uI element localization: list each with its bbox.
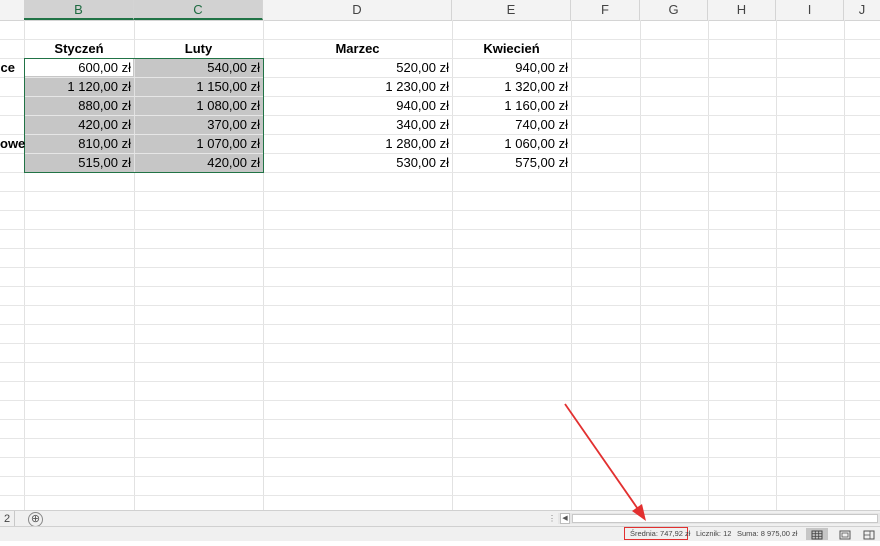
data-cell[interactable]: 1 230,00 zł [263, 77, 449, 96]
column-header-g[interactable]: G [640, 0, 708, 20]
data-cell[interactable]: 810,00 zł [24, 134, 131, 153]
data-cell[interactable]: 880,00 zł [24, 96, 131, 115]
gridline [0, 495, 880, 496]
gridline [0, 476, 880, 477]
data-cell[interactable]: 370,00 zł [134, 115, 260, 134]
data-cell[interactable]: 575,00 zł [452, 153, 568, 172]
page-layout-icon[interactable] [834, 528, 856, 540]
header-cell-styczen[interactable]: Styczeń [24, 39, 134, 58]
status-bar: Średnia: 747,92 zł Licznik: 12 Suma: 8 9… [0, 526, 880, 541]
column-header-b[interactable]: B [24, 0, 134, 20]
data-cell[interactable]: 600,00 zł [24, 58, 131, 77]
data-cell[interactable]: 1 280,00 zł [263, 134, 449, 153]
gridline [0, 457, 880, 458]
gridline [0, 438, 880, 439]
gridline [708, 20, 709, 510]
scrollbar-thumb[interactable] [572, 514, 878, 523]
data-cell[interactable]: 1 320,00 zł [452, 77, 568, 96]
gridline [0, 248, 880, 249]
data-cell[interactable]: 420,00 zł [24, 115, 131, 134]
column-header-e[interactable]: E [452, 0, 571, 20]
data-cell[interactable]: 940,00 zł [263, 96, 449, 115]
header-cell-marzec[interactable]: Marzec [263, 39, 452, 58]
data-cell[interactable]: 1 080,00 zł [134, 96, 260, 115]
data-cell[interactable]: 420,00 zł [134, 153, 260, 172]
data-cell[interactable]: 1 150,00 zł [134, 77, 260, 96]
gridline [0, 305, 880, 306]
data-cell[interactable]: 1 060,00 zł [452, 134, 568, 153]
gridline [0, 267, 880, 268]
gridline [0, 324, 880, 325]
column-header-j[interactable]: J [844, 0, 880, 20]
page-break-icon[interactable] [858, 528, 880, 540]
gridline [0, 362, 880, 363]
gridline [0, 400, 880, 401]
data-cell[interactable]: 740,00 zł [452, 115, 568, 134]
gridline [0, 229, 880, 230]
status-count[interactable]: Licznik: 12 [696, 527, 731, 541]
data-cell[interactable]: 515,00 zł [24, 153, 131, 172]
sheet-tab-bar: 2 ⊕ ⋮ ◀ [0, 510, 880, 527]
worksheet-grid[interactable]: Styczeń Luty Marzec Kwiecień ce owe 600,… [0, 20, 880, 510]
column-header-h[interactable]: H [708, 0, 776, 20]
scroll-left-icon[interactable]: ⋮ [548, 514, 556, 523]
sheet-tab[interactable]: 2 [0, 511, 15, 527]
add-sheet-icon[interactable]: ⊕ [28, 512, 43, 527]
gridline [0, 210, 880, 211]
gridline [0, 286, 880, 287]
row-label-cell[interactable]: owe [0, 134, 25, 153]
gridline [571, 20, 572, 510]
column-header-row: B C D E F G H I J [0, 0, 880, 21]
gridline [0, 191, 880, 192]
data-cell[interactable]: 1 120,00 zł [24, 77, 131, 96]
gridline [0, 343, 880, 344]
column-header-i[interactable]: I [776, 0, 844, 20]
row-label-cell[interactable]: ce [0, 58, 15, 77]
header-cell-luty[interactable]: Luty [134, 39, 263, 58]
data-cell[interactable]: 1 160,00 zł [452, 96, 568, 115]
column-header-c[interactable]: C [134, 0, 263, 20]
column-header-f[interactable]: F [571, 0, 640, 20]
data-cell[interactable]: 940,00 zł [452, 58, 568, 77]
normal-view-icon[interactable] [806, 528, 828, 540]
data-cell[interactable]: 340,00 zł [263, 115, 449, 134]
gridline [776, 20, 777, 510]
header-cell-kwiecien[interactable]: Kwiecień [452, 39, 571, 58]
gridline [0, 381, 880, 382]
status-sum[interactable]: Suma: 8 975,00 zł [737, 527, 797, 541]
gridline [844, 20, 845, 510]
data-cell[interactable]: 1 070,00 zł [134, 134, 260, 153]
gridline [0, 419, 880, 420]
data-cell[interactable]: 520,00 zł [263, 58, 449, 77]
status-average[interactable]: Średnia: 747,92 zł [630, 527, 690, 541]
column-header-d[interactable]: D [263, 0, 452, 20]
data-cell[interactable]: 540,00 zł [134, 58, 260, 77]
gridline [640, 20, 641, 510]
scroll-left-icon[interactable]: ◀ [560, 513, 570, 524]
data-cell[interactable]: 530,00 zł [263, 153, 449, 172]
